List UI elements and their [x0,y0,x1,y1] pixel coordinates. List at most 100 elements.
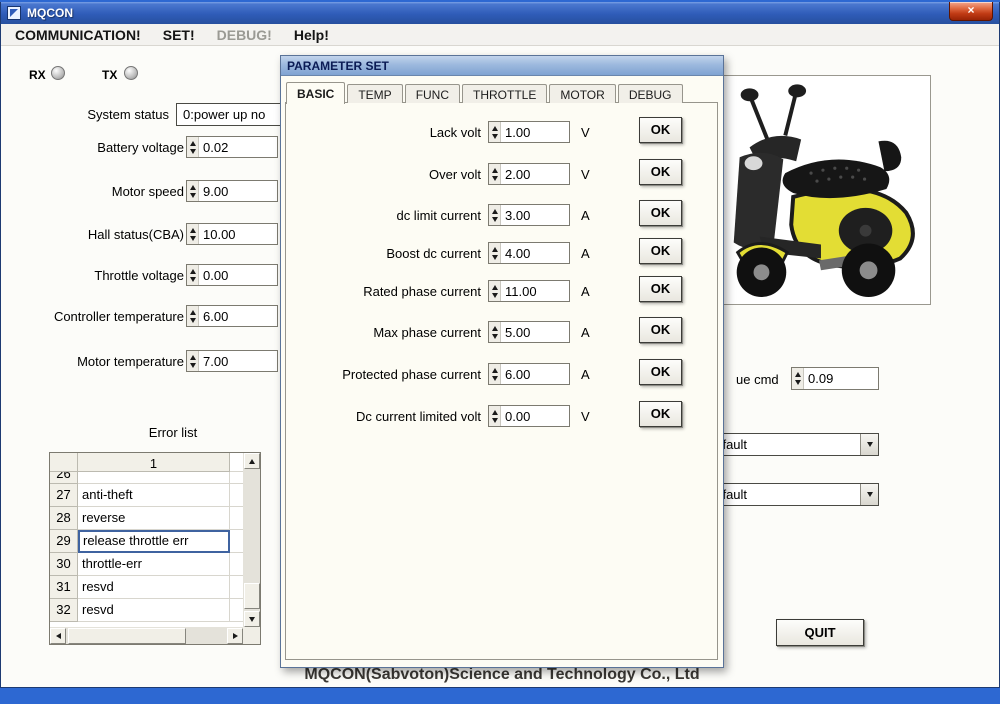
row-number[interactable]: 30 [50,553,78,576]
param-value[interactable]: 0.00 [501,406,530,426]
preset-dropdown-1-value[interactable]: default [702,434,860,455]
hscroll-thumb[interactable] [68,627,186,644]
param-value[interactable]: 2.00 [501,164,530,184]
menu-debug[interactable]: DEBUG! [208,26,281,44]
error-row[interactable]: 30 throttle-err [50,553,243,576]
error-row[interactable]: 27 anti-theft [50,484,243,507]
tab-throttle[interactable]: THROTTLE [462,84,548,103]
menu-help[interactable]: Help! [285,26,338,44]
title-bar[interactable]: MQCON × [1,2,999,24]
vscroll-thumb[interactable] [243,583,260,609]
row-number[interactable]: 31 [50,576,78,599]
param-field[interactable]: 0.00 [488,405,570,427]
cmd-field[interactable]: 0.09 [791,367,879,390]
scroll-down-icon[interactable] [243,611,260,627]
param-field[interactable]: 5.00 [488,321,570,343]
hall-status-field[interactable]: 10.00 [186,223,278,245]
ok-button[interactable]: OK [639,276,682,302]
tab-basic[interactable]: BASIC [286,82,346,104]
cmd-value[interactable]: 0.09 [804,368,833,389]
motor-speed-value[interactable]: 9.00 [199,181,228,201]
param-field[interactable]: 3.00 [488,204,570,226]
error-text-cell[interactable]: throttle-err [78,553,230,576]
param-field[interactable]: 6.00 [488,363,570,385]
ok-button[interactable]: OK [639,238,682,264]
motor-temperature-field[interactable]: 7.00 [186,350,278,372]
throttle-voltage-field[interactable]: 0.00 [186,264,278,286]
param-value[interactable]: 11.00 [501,281,537,301]
ok-button[interactable]: OK [639,159,682,185]
spinner-arrows-icon[interactable] [187,351,199,371]
error-row[interactable]: 28 reverse [50,507,243,530]
error-row-selected[interactable]: 29 release throttle err [50,530,243,553]
spinner-arrows-icon[interactable] [187,306,199,326]
dropdown-arrow-icon[interactable] [860,484,878,505]
param-value[interactable]: 1.00 [501,122,530,142]
tab-func[interactable]: FUNC [404,84,461,103]
menu-set[interactable]: SET! [154,26,204,44]
motor-speed-field[interactable]: 9.00 [186,180,278,202]
error-row[interactable]: 31 resvd [50,576,243,599]
error-text-cell[interactable]: resvd [78,599,230,622]
scroll-left-icon[interactable] [50,627,66,644]
preset-dropdown-2[interactable]: default [701,483,879,506]
system-status-combo[interactable]: 0:power up no [176,103,288,126]
preset-dropdown-2-value[interactable]: default [702,484,860,505]
scroll-right-icon[interactable] [227,627,243,644]
vertical-scrollbar[interactable] [243,453,260,627]
error-row[interactable]: 32 resvd [50,599,243,622]
ok-button[interactable]: OK [639,317,682,343]
ok-button[interactable]: OK [639,200,682,226]
error-text-cell[interactable]: reverse [78,507,230,530]
spinner-arrows-icon[interactable] [489,164,501,184]
spinner-arrows-icon[interactable] [187,265,199,285]
row-number[interactable]: 29 [50,530,78,553]
motor-temperature-value[interactable]: 7.00 [199,351,228,371]
tab-temp[interactable]: TEMP [347,84,403,103]
battery-voltage-field[interactable]: 0.02 [186,136,278,158]
error-text-cell-selected[interactable]: release throttle err [78,530,230,553]
tab-debug[interactable]: DEBUG [617,84,683,103]
vscroll-track[interactable] [243,469,260,611]
scroll-up-icon[interactable] [243,453,260,469]
error-text-cell[interactable]: anti-theft [78,484,230,507]
spinner-arrows-icon[interactable] [489,281,501,301]
controller-temperature-field[interactable]: 6.00 [186,305,278,327]
error-list-grid[interactable]: 1 26 27 anti-theft 28 reverse 29 release… [49,452,261,645]
spinner-arrows-icon[interactable] [187,137,199,157]
param-field[interactable]: 11.00 [488,280,570,302]
spinner-arrows-icon[interactable] [489,322,501,342]
param-field[interactable]: 4.00 [488,242,570,264]
spinner-arrows-icon[interactable] [489,122,501,142]
horizontal-scrollbar[interactable] [50,627,243,644]
preset-dropdown-1[interactable]: default [701,433,879,456]
row-number[interactable]: 28 [50,507,78,530]
spinner-arrows-icon[interactable] [489,406,501,426]
param-field[interactable]: 1.00 [488,121,570,143]
spinner-arrows-icon[interactable] [489,205,501,225]
param-value[interactable]: 6.00 [501,364,530,384]
error-text-cell[interactable]: resvd [78,576,230,599]
tab-motor[interactable]: MOTOR [549,84,616,103]
spinner-arrows-icon[interactable] [792,368,804,389]
spinner-arrows-icon[interactable] [489,364,501,384]
ok-button[interactable]: OK [639,117,682,143]
row-number[interactable]: 27 [50,484,78,507]
spinner-arrows-icon[interactable] [187,181,199,201]
spinner-arrows-icon[interactable] [489,243,501,263]
dropdown-arrow-icon[interactable] [860,434,878,455]
close-icon[interactable]: × [949,2,993,21]
ok-button[interactable]: OK [639,359,682,385]
throttle-voltage-value[interactable]: 0.00 [199,265,228,285]
param-value[interactable]: 4.00 [501,243,530,263]
system-status-value[interactable]: 0:power up no [177,104,287,125]
hscroll-track[interactable] [66,627,227,644]
battery-voltage-value[interactable]: 0.02 [199,137,228,157]
hall-status-value[interactable]: 10.00 [199,224,236,244]
menu-communication[interactable]: COMMUNICATION! [6,26,150,44]
param-value[interactable]: 5.00 [501,322,530,342]
ok-button[interactable]: OK [639,401,682,427]
param-value[interactable]: 3.00 [501,205,530,225]
row-number[interactable]: 32 [50,599,78,622]
param-field[interactable]: 2.00 [488,163,570,185]
